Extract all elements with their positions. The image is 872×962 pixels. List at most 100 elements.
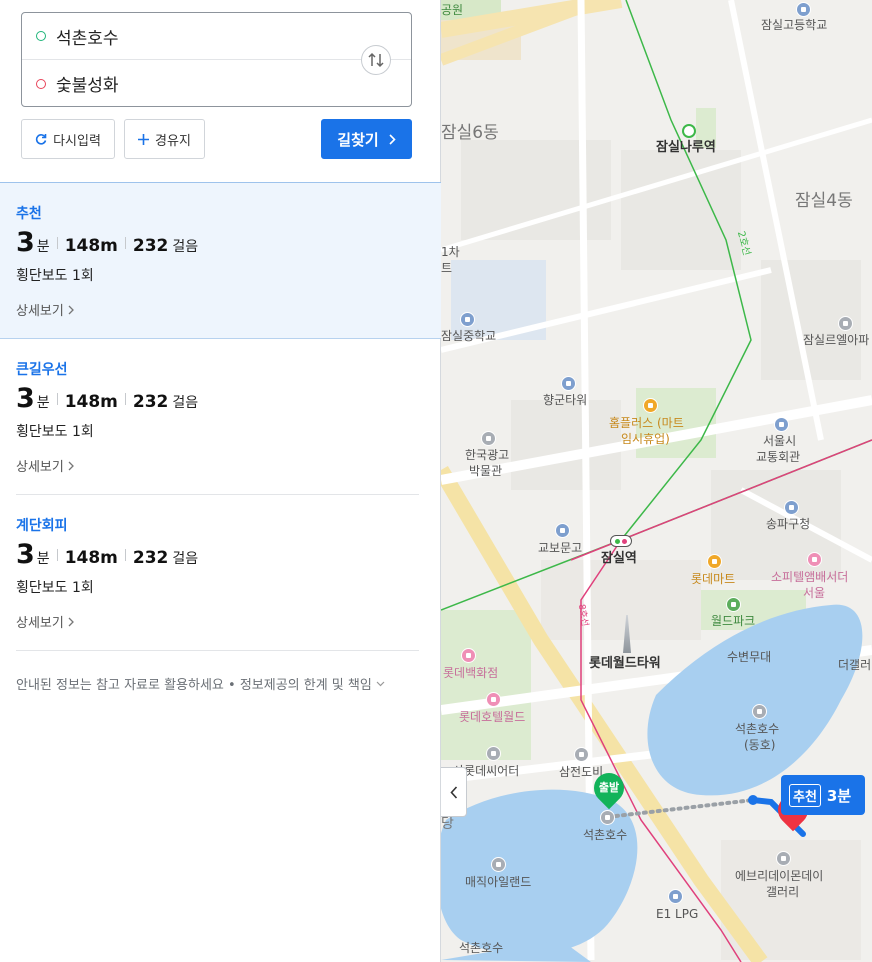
map-label: 서울시 xyxy=(763,434,797,448)
map-label: 교통회관 xyxy=(756,450,801,464)
route-steps: 232 xyxy=(132,236,169,256)
bookstore-icon xyxy=(555,523,570,538)
detail-link[interactable]: 상세보기 xyxy=(16,612,74,631)
find-route-button[interactable]: 길찾기 xyxy=(321,119,412,159)
route-result-item[interactable]: 큰길우선 3 분 148m 232 걸음 횡단보도 1회 상세보기 xyxy=(0,339,441,495)
map-label: 임시휴업) xyxy=(621,432,670,446)
swap-arrows-icon xyxy=(368,52,384,68)
building-icon xyxy=(774,417,789,432)
station-label: 잠실나루역 xyxy=(656,140,716,155)
divider xyxy=(56,393,58,405)
shopping-icon xyxy=(461,648,476,663)
route-badge-tag: 추천 xyxy=(789,783,821,807)
map-label: 박물관 xyxy=(469,464,503,478)
add-waypoint-button[interactable]: 경유지 xyxy=(124,119,205,159)
route-panel: 석촌호수 숯불성화 다시입력 경유지 길찾기 추천 3 분 148m 232 걸… xyxy=(0,0,441,962)
route-steps-unit: 걸음 xyxy=(172,395,199,411)
map-label: 잠실중학교 xyxy=(441,329,497,343)
divider xyxy=(56,237,58,249)
route-distance: 148m xyxy=(64,392,118,412)
route-summary: 3 분 148m 232 걸음 xyxy=(16,383,425,415)
map-label: 롯데호텔월드 xyxy=(459,710,526,724)
crosswalk-count: 횡단보도 1회 xyxy=(16,268,94,284)
route-type-label: 큰길우선 xyxy=(16,362,68,378)
map-label: 롯데백화점 xyxy=(443,666,499,680)
map-label: 석촌호수 xyxy=(583,828,628,842)
map-label: 롯데월드타워 xyxy=(589,656,661,671)
school-icon xyxy=(796,2,811,17)
subway-station-icon xyxy=(610,535,632,547)
detail-label: 상세보기 xyxy=(16,616,64,631)
route-result-item[interactable]: 추천 3 분 148m 232 걸음 횡단보도 1회 상세보기 xyxy=(0,183,441,339)
detail-label: 상세보기 xyxy=(16,304,64,319)
reset-button[interactable]: 다시입력 xyxy=(21,119,115,159)
disclaimer-text: 안내된 정보는 참고 자료로 활용하세요 • 정보제공의 한계 및 책임 xyxy=(16,678,372,693)
chevron-left-icon xyxy=(449,785,457,799)
divider xyxy=(124,237,126,249)
action-buttons: 다시입력 경유지 길찾기 xyxy=(21,119,412,159)
origin-text: 석촌호수 xyxy=(56,28,119,49)
plus-icon xyxy=(138,133,150,145)
map-label: 홈플러스 (마트 xyxy=(609,416,684,430)
destination-text: 숯불성화 xyxy=(56,76,119,96)
route-minutes-unit: 분 xyxy=(36,395,50,411)
route-search-box: 석촌호수 숯불성화 xyxy=(21,12,412,107)
map-label: 석촌호수 xyxy=(459,941,504,955)
route-result-item[interactable]: 계단회피 3 분 148m 232 걸음 횡단보도 1회 상세보기 xyxy=(0,495,441,651)
map-label: 에브리데이몬데이 xyxy=(735,869,824,883)
chevron-right-icon xyxy=(389,133,396,145)
reset-label: 다시입력 xyxy=(53,133,101,149)
map-label: 서울 xyxy=(803,586,826,600)
find-route-label: 길찾기 xyxy=(337,130,379,149)
theater-icon xyxy=(486,746,501,761)
museum-icon xyxy=(481,431,496,446)
start-pin[interactable]: 출발 xyxy=(587,766,631,811)
start-pin-label: 출발 xyxy=(598,781,620,794)
map-label: 트 xyxy=(441,261,453,275)
map-label: 1차 xyxy=(441,245,460,259)
crosswalk-count: 횡단보도 1회 xyxy=(16,424,94,440)
origin-field[interactable]: 석촌호수 xyxy=(22,13,411,60)
route-steps-unit: 걸음 xyxy=(172,239,199,255)
map-label: 석촌호수 xyxy=(735,722,780,736)
route-steps: 232 xyxy=(132,548,169,568)
route-type-label: 추천 xyxy=(16,206,42,222)
map-label: 교보문고 xyxy=(538,541,583,555)
map-label: 향군타워 xyxy=(543,393,588,407)
landmark-icon xyxy=(752,704,767,719)
route-distance: 148m xyxy=(64,236,118,256)
route-summary: 3 분 148m 232 걸음 xyxy=(16,539,425,571)
route-summary: 3 분 148m 232 걸음 xyxy=(16,227,425,259)
map-label: 한국광고 xyxy=(465,448,510,462)
detail-label: 상세보기 xyxy=(16,460,64,475)
shopping-icon xyxy=(707,554,722,569)
landmark-icon xyxy=(600,810,615,825)
building-icon xyxy=(561,376,576,391)
station-label: 잠실역 xyxy=(601,551,637,566)
map-label: 수변무대 xyxy=(727,650,772,664)
map-label: 매직아일랜드 xyxy=(465,875,532,889)
route-minutes: 3 xyxy=(16,383,35,414)
gallery-icon xyxy=(776,851,791,866)
route-steps-unit: 걸음 xyxy=(172,551,199,567)
disclaimer-link[interactable]: 안내된 정보는 참고 자료로 활용하세요 • 정보제공의 한계 및 책임 xyxy=(16,674,385,693)
monument-icon xyxy=(574,747,589,762)
route-minutes-unit: 분 xyxy=(36,239,50,255)
map-label: 잠실르엘아파 xyxy=(803,333,870,347)
detail-link[interactable]: 상세보기 xyxy=(16,300,74,319)
hotel-icon xyxy=(807,552,822,567)
map-label: 월드파크 xyxy=(711,614,756,628)
destination-field[interactable]: 숯불성화 xyxy=(22,60,352,107)
collapse-panel-button[interactable] xyxy=(441,767,467,817)
divider xyxy=(56,549,58,561)
swap-button[interactable] xyxy=(361,45,391,75)
amusement-icon xyxy=(491,857,506,872)
divider xyxy=(124,393,126,405)
map-label: 잠실고등학교 xyxy=(761,18,828,32)
map-view[interactable]: 공원 잠실고등학교 잠실6동 잠실나루역 잠실4동 1차 트 2호선 잠실중학교… xyxy=(441,0,872,962)
refresh-icon xyxy=(35,133,47,145)
chevron-down-icon xyxy=(376,681,385,687)
building-icon xyxy=(838,316,853,331)
route-summary-badge[interactable]: 추천 3분 xyxy=(781,775,865,815)
detail-link[interactable]: 상세보기 xyxy=(16,456,74,475)
